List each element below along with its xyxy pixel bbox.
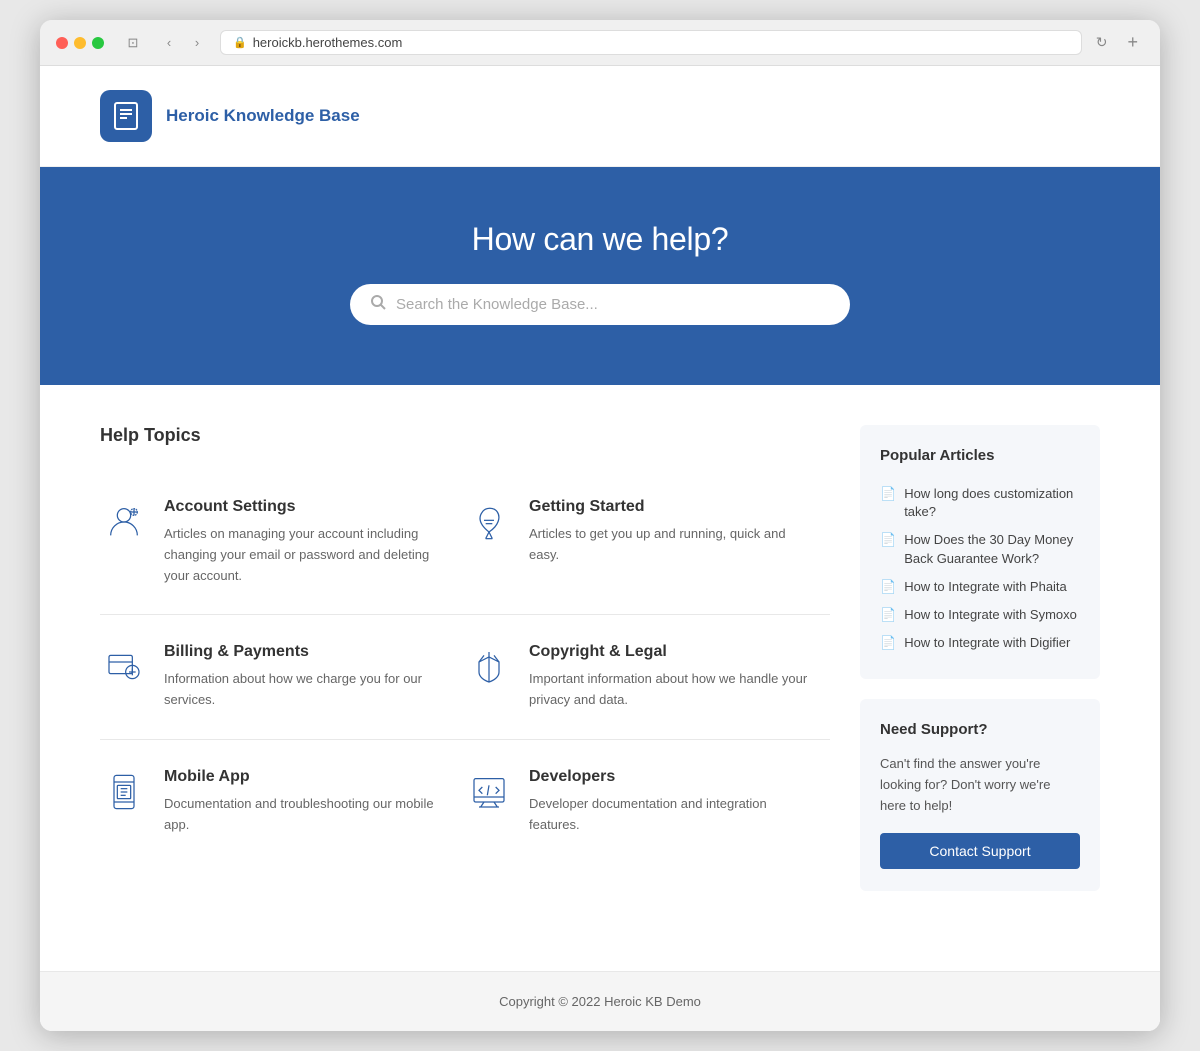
page-content: Heroic Knowledge Base How can we help? H… [40, 66, 1160, 1031]
support-title: Need Support? [880, 721, 1080, 738]
article-icon-4: 📄 [880, 607, 896, 623]
topic-billing[interactable]: Billing & Payments Information about how… [100, 615, 465, 740]
article-item-1[interactable]: 📄 How long does customization take? [880, 480, 1080, 526]
close-button[interactable] [56, 37, 68, 49]
support-description: Can't find the answer you're looking for… [880, 754, 1080, 816]
section-title: Help Topics [100, 425, 830, 446]
developers-title: Developers [529, 768, 810, 786]
developers-desc: Developer documentation and integration … [529, 794, 810, 836]
account-settings-title: Account Settings [164, 498, 445, 516]
article-link-4: How to Integrate with Symoxo [904, 606, 1077, 624]
article-link-1: How long does customization take? [904, 485, 1080, 521]
article-link-2: How Does the 30 Day Money Back Guarantee… [904, 531, 1080, 567]
legal-info: Copyright & Legal Important information … [529, 643, 810, 711]
mobile-icon [100, 768, 148, 816]
account-settings-desc: Articles on managing your account includ… [164, 524, 445, 586]
logo-area: Heroic Knowledge Base [100, 90, 1100, 142]
mobile-desc: Documentation and troubleshooting our mo… [164, 794, 445, 836]
billing-desc: Information about how we charge you for … [164, 669, 445, 711]
getting-started-desc: Articles to get you up and running, quic… [529, 524, 810, 566]
billing-info: Billing & Payments Information about how… [164, 643, 445, 711]
contact-support-button[interactable]: Contact Support [880, 833, 1080, 869]
url-text: heroickb.herothemes.com [253, 35, 403, 50]
legal-icon [465, 643, 513, 691]
site-footer: Copyright © 2022 Heroic KB Demo [40, 971, 1160, 1031]
legal-desc: Important information about how we handl… [529, 669, 810, 711]
hero-title: How can we help? [100, 221, 1100, 258]
main-content: Help Topics [40, 385, 1160, 971]
site-header: Heroic Knowledge Base [40, 66, 1160, 167]
legal-title: Copyright & Legal [529, 643, 810, 661]
hero-section: How can we help? [40, 167, 1160, 385]
search-bar[interactable] [350, 284, 850, 325]
article-icon-3: 📄 [880, 579, 896, 595]
article-link-3: How to Integrate with Phaita [904, 578, 1067, 596]
search-icon [370, 294, 386, 315]
getting-started-info: Getting Started Articles to get you up a… [529, 498, 810, 566]
footer-text: Copyright © 2022 Heroic KB Demo [499, 994, 701, 1009]
reload-button[interactable]: ↻ [1092, 30, 1112, 55]
topics-grid: Account Settings Articles on managing yo… [100, 470, 830, 864]
billing-title: Billing & Payments [164, 643, 445, 661]
article-item-3[interactable]: 📄 How to Integrate with Phaita [880, 573, 1080, 601]
account-settings-info: Account Settings Articles on managing yo… [164, 498, 445, 586]
topic-getting-started[interactable]: Getting Started Articles to get you up a… [465, 470, 830, 615]
back-button[interactable]: ‹ [156, 33, 182, 53]
getting-started-title: Getting Started [529, 498, 810, 516]
browser-controls: ⊡ [120, 33, 146, 53]
article-icon-5: 📄 [880, 635, 896, 651]
popular-articles-title: Popular Articles [880, 447, 1080, 464]
topic-legal[interactable]: Copyright & Legal Important information … [465, 615, 830, 740]
address-bar[interactable]: 🔒 heroickb.herothemes.com [220, 30, 1082, 55]
sidebar: Popular Articles 📄 How long does customi… [860, 425, 1100, 911]
mobile-info: Mobile App Documentation and troubleshoo… [164, 768, 445, 836]
search-input[interactable] [396, 296, 830, 313]
browser-toolbar: ⊡ ‹ › 🔒 heroickb.herothemes.com ↻ + [40, 20, 1160, 66]
forward-button[interactable]: › [184, 33, 210, 53]
lock-icon: 🔒 [233, 36, 247, 49]
article-item-4[interactable]: 📄 How to Integrate with Symoxo [880, 601, 1080, 629]
support-card: Need Support? Can't find the answer you'… [860, 699, 1100, 890]
mobile-title: Mobile App [164, 768, 445, 786]
topics-section: Help Topics [100, 425, 830, 911]
developers-info: Developers Developer documentation and i… [529, 768, 810, 836]
developers-icon [465, 768, 513, 816]
account-settings-icon [100, 498, 148, 546]
new-tab-button[interactable]: + [1121, 30, 1144, 55]
nav-arrows: ‹ › [156, 33, 210, 53]
article-item-2[interactable]: 📄 How Does the 30 Day Money Back Guarant… [880, 526, 1080, 572]
sidebar-toggle-button[interactable]: ⊡ [120, 33, 146, 53]
getting-started-icon [465, 498, 513, 546]
article-link-5: How to Integrate with Digifier [904, 634, 1070, 652]
topic-account-settings[interactable]: Account Settings Articles on managing yo… [100, 470, 465, 615]
minimize-button[interactable] [74, 37, 86, 49]
article-icon-2: 📄 [880, 532, 896, 548]
popular-articles-card: Popular Articles 📄 How long does customi… [860, 425, 1100, 679]
logo-icon [100, 90, 152, 142]
traffic-lights [56, 37, 104, 49]
browser-window: ⊡ ‹ › 🔒 heroickb.herothemes.com ↻ + [40, 20, 1160, 1031]
topic-mobile[interactable]: Mobile App Documentation and troubleshoo… [100, 740, 465, 864]
logo-text: Heroic Knowledge Base [166, 105, 360, 127]
topic-developers[interactable]: Developers Developer documentation and i… [465, 740, 830, 864]
article-icon-1: 📄 [880, 486, 896, 502]
billing-icon [100, 643, 148, 691]
maximize-button[interactable] [92, 37, 104, 49]
article-item-5[interactable]: 📄 How to Integrate with Digifier [880, 629, 1080, 657]
